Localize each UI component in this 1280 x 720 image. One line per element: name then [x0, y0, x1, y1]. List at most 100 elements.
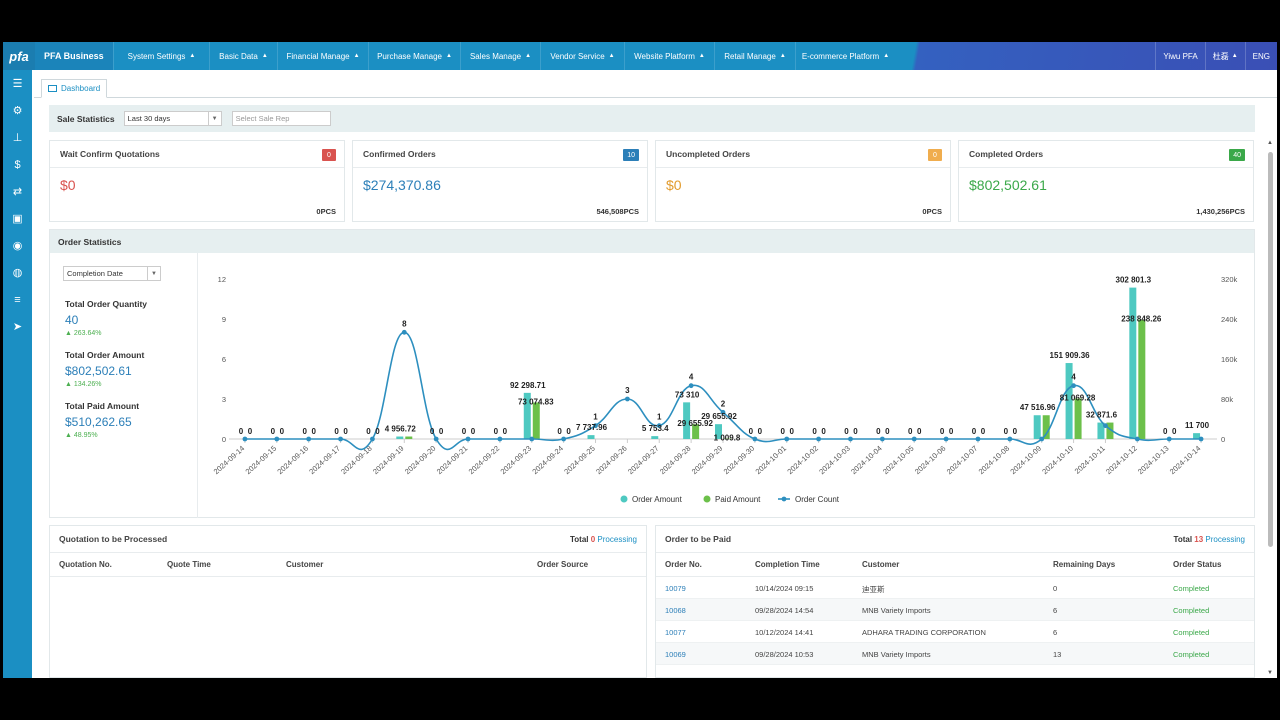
- cell-status: Completed: [1173, 606, 1210, 615]
- globe-icon[interactable]: ◍: [3, 259, 32, 286]
- nav-item-label: Website Platform: [634, 51, 695, 61]
- data-label-order-amount: 5 753.4: [642, 424, 669, 433]
- table-row[interactable]: 10079 10/14/2024 09:15 迪亚斯 0 Completed: [656, 577, 1254, 599]
- cell-days: 0: [1053, 584, 1058, 593]
- data-label-paid-amount: 0: [439, 427, 444, 436]
- card-title: Completed Orders: [969, 149, 1044, 159]
- cell-no[interactable]: 10068: [665, 606, 686, 615]
- data-label-paid-amount: 0: [981, 427, 986, 436]
- column-header[interactable]: Remaining Days: [1053, 560, 1115, 569]
- brand-name[interactable]: PFA Business: [35, 42, 113, 70]
- bar-paid-amount: [1042, 415, 1050, 439]
- page-scrollbar[interactable]: ▲ ▼: [1267, 140, 1274, 676]
- summary-card[interactable]: Uncompleted Orders 0 $0 0PCS: [655, 140, 951, 222]
- table-row[interactable]: 10069 09/28/2024 10:53 MNB Variety Imports…: [656, 643, 1254, 665]
- org-chart-icon[interactable]: ⊥: [3, 124, 32, 151]
- send-icon[interactable]: ➤: [3, 313, 32, 340]
- cell-status: Completed: [1173, 650, 1210, 659]
- point-order-count: [911, 436, 917, 442]
- data-label-paid-amount: 0: [343, 427, 348, 436]
- x-tick-label: 2024-10-05: [881, 444, 916, 476]
- table-row[interactable]: 10077 10/12/2024 14:41 ADHARA TRADING CORP…: [656, 621, 1254, 643]
- column-header[interactable]: Order Status: [1173, 560, 1221, 569]
- company-name[interactable]: Yiwu PFA: [1155, 42, 1204, 70]
- scroll-thumb[interactable]: [1268, 152, 1273, 547]
- nav-item-retail-manage[interactable]: Retail Manage ▲: [714, 42, 795, 70]
- x-tick-label: 2024-09-17: [307, 444, 342, 476]
- y-right-tick-label: 0: [1221, 435, 1225, 444]
- table-row[interactable]: 10068 09/28/2024 14:54 MNB Variety Imports…: [656, 599, 1254, 621]
- data-label-order-amount: 0: [239, 427, 244, 436]
- nav-item-e-commerce-platform[interactable]: E-commerce Platform ▲: [795, 42, 895, 70]
- total-amount-pct: 134.26%: [73, 381, 102, 388]
- column-header[interactable]: Order Source: [537, 560, 588, 569]
- x-tick-label: 2024-09-16: [275, 444, 310, 476]
- column-header[interactable]: Customer: [286, 560, 323, 569]
- sale-rep-input[interactable]: Select Sale Rep: [231, 111, 331, 126]
- scroll-down-icon[interactable]: ▼: [1267, 670, 1273, 676]
- point-order-count: [848, 436, 853, 442]
- summary-card[interactable]: Wait Confirm Quotations 0 $0 0PCS: [49, 140, 345, 222]
- point-order-count: [1103, 423, 1108, 429]
- data-label-order-amount: 0: [1163, 427, 1168, 436]
- nav-item-sales-manage[interactable]: Sales Manage ▲: [460, 42, 540, 70]
- cell-no[interactable]: 10069: [665, 650, 686, 659]
- nav-item-purchase-manage[interactable]: Purchase Manage ▲: [368, 42, 460, 70]
- user-name: 杜磊: [1212, 51, 1229, 61]
- column-header[interactable]: Quote Time: [167, 560, 211, 569]
- x-tick-label: 2024-09-24: [530, 444, 565, 476]
- total-label: Total: [1173, 534, 1193, 544]
- language-switch[interactable]: ENG: [1244, 42, 1277, 70]
- nav-item-basic-data[interactable]: Basic Data ▲: [209, 42, 277, 70]
- tab-dashboard[interactable]: Dashboard: [41, 79, 108, 98]
- dollar-icon[interactable]: $: [3, 151, 32, 178]
- column-header[interactable]: Order No.: [665, 560, 702, 569]
- x-tick-label: 2024-09-26: [594, 444, 629, 476]
- point-order-count: [1039, 436, 1045, 442]
- data-label-paid-amount: 0: [248, 427, 253, 436]
- scroll-up-icon[interactable]: ▲: [1267, 140, 1273, 146]
- date-type-value: Completion Date: [67, 269, 123, 278]
- summary-card[interactable]: Confirmed Orders 10 $274,370.86 546,508PCS: [352, 140, 648, 222]
- data-label-paid-amount: 0: [853, 427, 858, 436]
- menu-icon[interactable]: ☰: [3, 70, 32, 97]
- legend-label: Order Count: [795, 495, 840, 504]
- y-left-tick-label: 0: [222, 435, 226, 444]
- nav-item-system-settings[interactable]: System Settings ▲: [113, 42, 209, 70]
- nav-item-vendor-service[interactable]: Vendor Service ▲: [540, 42, 624, 70]
- user-circle-icon[interactable]: ◉: [3, 232, 32, 259]
- cell-status: Completed: [1173, 584, 1210, 593]
- data-label-paid-amount: 0: [566, 427, 571, 436]
- summary-card[interactable]: Completed Orders 40 $802,502.61 1,430,256PC…: [958, 140, 1254, 222]
- date-type-select[interactable]: Completion Date ▼: [63, 266, 161, 281]
- cell-no[interactable]: 10077: [665, 628, 686, 637]
- column-header[interactable]: Completion Time: [755, 560, 820, 569]
- processing-link[interactable]: Processing: [1205, 535, 1245, 544]
- list-icon[interactable]: ≡: [3, 286, 32, 313]
- x-tick-label: 2024-09-28: [658, 444, 693, 476]
- gear-icon[interactable]: ⚙: [3, 97, 32, 124]
- app-logo[interactable]: pfa: [3, 42, 35, 70]
- period-select[interactable]: Last 30 days ▼: [123, 111, 222, 126]
- x-tick-label: 2024-09-27: [626, 444, 661, 476]
- chevron-down-icon: ▼: [207, 112, 221, 125]
- chevron-up-icon: ▲: [883, 53, 890, 59]
- cell-no[interactable]: 10079: [665, 584, 686, 593]
- nav-item-website-platform[interactable]: Website Platform ▲: [624, 42, 714, 70]
- column-header[interactable]: Quotation No.: [59, 560, 112, 569]
- column-header[interactable]: Customer: [862, 560, 899, 569]
- processing-link[interactable]: Processing: [597, 535, 637, 544]
- y-right-tick-label: 160k: [1221, 355, 1238, 364]
- y-left-tick-label: 3: [222, 395, 226, 404]
- cash-icon[interactable]: ▣: [3, 205, 32, 232]
- data-label-order-count: 8: [402, 319, 407, 328]
- legend-marker: [781, 496, 787, 502]
- data-label-paid-amount: 0: [885, 427, 890, 436]
- chevron-down-icon: ▼: [147, 267, 160, 280]
- order-paid-total: Total 13 Processing: [1174, 535, 1245, 544]
- nav-item-financial-manage[interactable]: Financial Manage ▲: [277, 42, 368, 70]
- main-content: Dashboard Sale Statistics Last 30 days ▼…: [34, 70, 1277, 678]
- user-menu[interactable]: 杜磊 ▲: [1204, 42, 1245, 70]
- refresh-icon[interactable]: ⇄: [3, 178, 32, 205]
- point-order-count: [465, 436, 471, 442]
